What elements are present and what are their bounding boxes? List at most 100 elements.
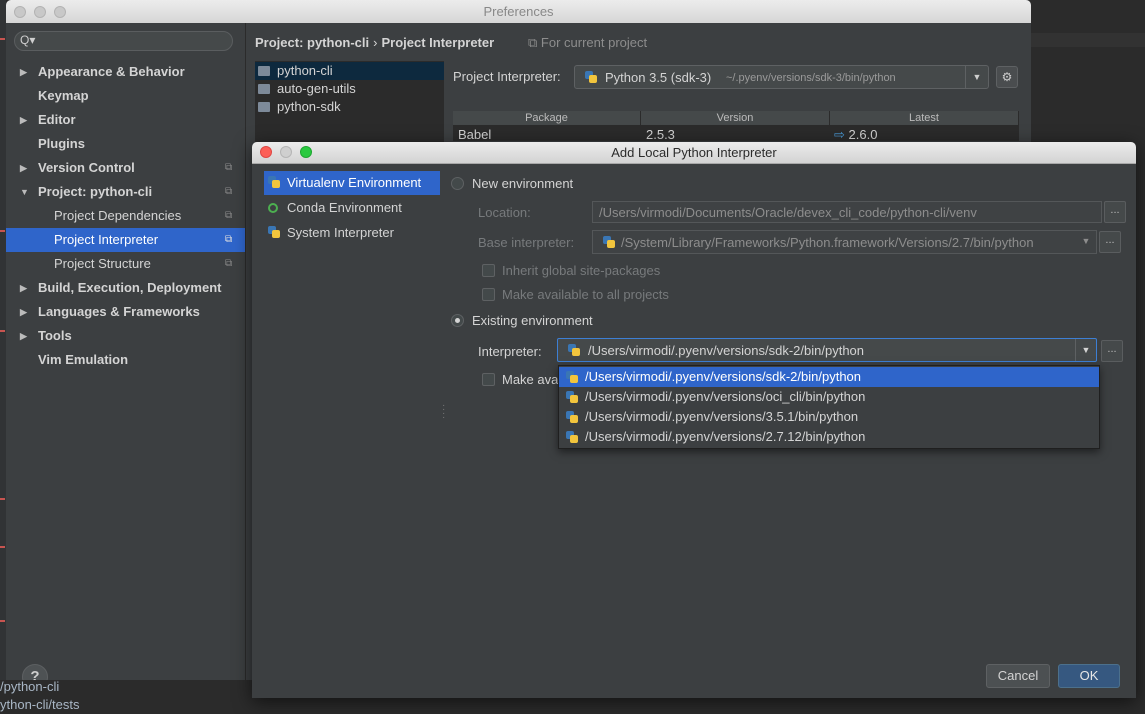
existing-environment-radio[interactable] [451, 314, 464, 327]
folder-icon [258, 84, 270, 94]
sidebar-item-label: Project: python-cli [38, 184, 153, 199]
sidebar-item-build[interactable]: ▶ Build, Execution, Deployment [6, 276, 245, 300]
sidebar-item-label: Build, Execution, Deployment [38, 280, 222, 295]
sidebar-item-plugins[interactable]: Plugins [6, 132, 245, 156]
interpreter-browse-button[interactable]: ... [1101, 340, 1123, 362]
bg-path-line: /python-cli [0, 679, 60, 694]
column-header[interactable]: Version [641, 111, 830, 125]
python-icon [566, 411, 578, 423]
base-interpreter-browse-button[interactable]: ... [1099, 231, 1121, 253]
env-type-label: Conda Environment [287, 200, 402, 215]
search-icon: Q▾ [20, 33, 36, 47]
base-interpreter-label: Base interpreter: [478, 235, 575, 250]
sidebar-item-tools[interactable]: ▶ Tools [6, 324, 245, 348]
env-type-label: Virtualenv Environment [287, 175, 422, 190]
python-icon [603, 236, 615, 248]
cancel-button[interactable]: Cancel [986, 664, 1050, 688]
sidebar-item-keymap[interactable]: Keymap [6, 84, 245, 108]
sidebar-item-label: Appearance & Behavior [38, 64, 185, 79]
list-item[interactable]: python-sdk [255, 98, 444, 116]
sidebar-item-project-dependencies[interactable]: Project Dependencies ⧉ [6, 204, 245, 228]
env-type-virtualenv[interactable]: Virtualenv Environment [264, 171, 440, 195]
sidebar-item-editor[interactable]: ▶ Editor [6, 108, 245, 132]
sidebar-item-project[interactable]: ▼ Project: python-cli ⧉ [6, 180, 245, 204]
splitter-handle[interactable]: · · · · [442, 401, 445, 423]
chevron-right-icon: ▶ [20, 331, 27, 341]
chevron-down-icon[interactable]: ▼ [1076, 231, 1096, 251]
option-label: /Users/virmodi/.pyenv/versions/oci_cli/b… [585, 389, 866, 404]
project-scope-icon: ⧉ [225, 258, 233, 269]
project-scope-icon: ⧉ [528, 35, 541, 50]
make-available-new-checkbox[interactable] [482, 288, 495, 301]
sidebar-item-label: Project Structure [54, 256, 151, 271]
dropdown-option[interactable]: /Users/virmodi/.pyenv/versions/oci_cli/b… [559, 387, 1099, 407]
chevron-down-icon[interactable]: ▼ [1075, 339, 1096, 361]
dropdown-option[interactable]: /Users/virmodi/.pyenv/versions/3.5.1/bin… [559, 407, 1099, 427]
for-current-project-label: For current project [540, 35, 648, 50]
sidebar-item-label: Tools [38, 328, 72, 343]
breadcrumb-part: Project Interpreter [381, 35, 495, 50]
sidebar-item-appearance[interactable]: ▶ Appearance & Behavior [6, 60, 245, 84]
env-type-system[interactable]: System Interpreter [264, 221, 440, 245]
package-latest: ⇨ 2.6.0 [834, 127, 877, 143]
bg-path-line: ython-cli/tests [0, 697, 80, 712]
gear-icon[interactable]: ⚙ [996, 66, 1018, 88]
sidebar-item-label: Project Interpreter [54, 232, 159, 247]
list-item[interactable]: auto-gen-utils [255, 80, 444, 98]
interpreter-value: /Users/virmodi/.pyenv/versions/sdk-2/bin… [588, 343, 865, 358]
help-button[interactable]: ? [22, 664, 48, 680]
background-project-paths: /python-cli ython-cli/tests [0, 678, 79, 714]
project-interpreter-select[interactable]: Python 3.5 (sdk-3) ~/.pyenv/versions/sdk… [574, 65, 989, 89]
sidebar-item-label: Vim Emulation [38, 352, 129, 367]
virtualenv-icon [268, 176, 280, 188]
breadcrumb: Project: python-cli › Project Interpreter [255, 35, 494, 50]
chevron-right-icon: ▶ [20, 115, 27, 125]
project-name: auto-gen-utils [277, 81, 356, 96]
folder-icon [258, 102, 270, 112]
sidebar-item-project-structure[interactable]: Project Structure ⧉ [6, 252, 245, 276]
inherit-site-packages-label: Inherit global site-packages [502, 263, 661, 278]
project-scope-icon: ⧉ [225, 210, 233, 221]
base-interpreter-select[interactable]: /System/Library/Frameworks/Python.framew… [592, 230, 1097, 254]
option-label: /Users/virmodi/.pyenv/versions/sdk-2/bin… [585, 369, 862, 384]
new-environment-radio[interactable] [451, 177, 464, 190]
project-list: python-cli auto-gen-utils python-sdk [255, 61, 444, 151]
location-browse-button[interactable]: ... [1104, 201, 1126, 223]
location-field[interactable]: /Users/virmodi/Documents/Oracle/devex_cl… [592, 201, 1102, 223]
make-available-existing-checkbox[interactable] [482, 373, 495, 386]
chevron-right-icon: ▶ [20, 307, 27, 317]
base-interpreter-value: /System/Library/Frameworks/Python.framew… [621, 235, 1034, 250]
sidebar-item-project-interpreter[interactable]: Project Interpreter ⧉ [6, 228, 245, 252]
column-header[interactable]: Package [453, 111, 641, 125]
chevron-right-icon: ▶ [20, 283, 27, 293]
dropdown-option[interactable]: /Users/virmodi/.pyenv/versions/2.7.12/bi… [559, 427, 1099, 447]
env-type-conda[interactable]: Conda Environment [264, 196, 440, 220]
packages-table: Package Version Latest Babel 2.5.3 ⇨ 2.6… [453, 111, 1019, 143]
project-scope-icon: ⧉ [225, 234, 233, 245]
column-header[interactable]: Latest [830, 111, 1019, 125]
chevron-down-icon: ▼ [20, 187, 29, 197]
ok-button[interactable]: OK [1058, 664, 1120, 688]
interpreter-path: ~/.pyenv/versions/sdk-3/bin/python [726, 72, 896, 84]
chevron-down-icon[interactable]: ▼ [965, 66, 988, 88]
sidebar-item-languages[interactable]: ▶ Languages & Frameworks [6, 300, 245, 324]
sidebar-item-label: Plugins [38, 136, 85, 151]
sidebar-item-vim-emulation[interactable]: Vim Emulation [6, 348, 245, 372]
folder-icon [258, 66, 270, 76]
add-interpreter-dialog: Add Local Python Interpreter Virtualenv … [252, 142, 1136, 698]
env-type-label: System Interpreter [287, 225, 394, 240]
settings-search-input[interactable]: Q▾ [14, 31, 233, 51]
sidebar-item-version-control[interactable]: ▶ Version Control ⧉ [6, 156, 245, 180]
project-interpreter-label: Project Interpreter: [453, 69, 561, 84]
python-icon [566, 431, 578, 443]
project-scope-icon: ⧉ [225, 162, 233, 173]
list-item[interactable]: python-cli [255, 62, 444, 80]
dropdown-option[interactable]: /Users/virmodi/.pyenv/versions/sdk-2/bin… [559, 367, 1099, 387]
python-icon [268, 226, 280, 238]
inherit-site-packages-checkbox[interactable] [482, 264, 495, 277]
interpreter-select[interactable]: /Users/virmodi/.pyenv/versions/sdk-2/bin… [557, 338, 1097, 362]
project-name: python-sdk [277, 99, 341, 114]
for-current-project-note: ⧉ For current project [528, 35, 647, 51]
upgrade-arrow-icon: ⇨ [834, 127, 845, 142]
make-available-new-label: Make available to all projects [502, 287, 669, 302]
